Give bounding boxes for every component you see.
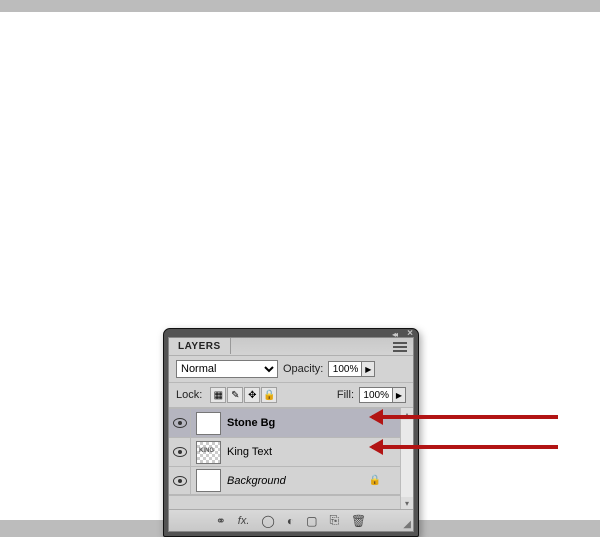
scroll-down-icon[interactable]: ▾ xyxy=(401,497,413,509)
visibility-toggle[interactable] xyxy=(169,438,191,466)
panel-title-tab[interactable]: LAYERS xyxy=(169,338,231,354)
eye-icon xyxy=(173,418,187,428)
layer-thumbnail[interactable] xyxy=(196,412,221,435)
layers-scrollbar[interactable]: ▴ ▾ xyxy=(400,408,413,509)
resize-grip-icon[interactable]: ◢ xyxy=(403,519,411,530)
blend-mode-select[interactable]: Normal xyxy=(176,360,278,378)
lock-position-button[interactable]: ✥ xyxy=(244,387,260,403)
layer-name-label[interactable]: Background xyxy=(227,475,370,487)
eye-icon xyxy=(173,447,187,457)
lock-all-button[interactable]: 🔒 xyxy=(261,387,277,403)
blend-opacity-row: Normal Opacity: ▶ xyxy=(169,356,413,383)
fill-label: Fill: xyxy=(337,389,354,401)
lock-transparent-button[interactable]: ▦ xyxy=(210,387,226,403)
new-group-icon[interactable]: ▢ xyxy=(306,514,317,528)
annotation-arrow xyxy=(372,415,558,419)
link-layers-icon[interactable]: ⚭ xyxy=(216,514,226,528)
layer-thumbnail[interactable]: KING xyxy=(196,441,221,464)
layers-panel: ◂◂ × LAYERS Normal Opacity: ▶ Lock: ▦ ✎ xyxy=(163,328,419,537)
panel-footer: ⚭ fx. ◯ ◐ ▢ ⎘ 🗑 ◢ xyxy=(169,509,413,531)
eye-icon xyxy=(173,476,187,486)
lock-pixels-button[interactable]: ✎ xyxy=(227,387,243,403)
lock-icon: 🔒 xyxy=(370,476,380,486)
opacity-input[interactable] xyxy=(329,362,361,376)
fill-input[interactable] xyxy=(360,388,392,402)
new-layer-icon[interactable]: ⎘ xyxy=(329,513,339,528)
panel-dragbar[interactable]: ◂◂ × xyxy=(164,329,418,337)
annotation-arrow xyxy=(372,445,558,449)
thumbnail-text: KING xyxy=(199,448,214,454)
adjustment-layer-icon[interactable]: ◐ xyxy=(287,514,294,528)
opacity-label: Opacity: xyxy=(283,363,323,375)
layer-row-background[interactable]: Background 🔒 xyxy=(169,466,400,495)
add-mask-icon[interactable]: ◯ xyxy=(261,514,274,528)
panel-menu-icon[interactable] xyxy=(393,342,407,352)
layers-empty-space xyxy=(169,495,400,509)
layer-fx-icon[interactable]: fx. xyxy=(238,515,250,527)
panel-body: LAYERS Normal Opacity: ▶ Lock: ▦ ✎ ✥ 🔒 xyxy=(168,337,414,532)
opacity-flyout-icon[interactable]: ▶ xyxy=(361,362,374,376)
visibility-toggle[interactable] xyxy=(169,467,191,494)
visibility-toggle[interactable] xyxy=(169,409,191,437)
delete-layer-icon[interactable]: 🗑 xyxy=(351,514,366,528)
lock-label: Lock: xyxy=(176,389,202,401)
fill-field[interactable]: ▶ xyxy=(359,387,406,403)
layer-thumbnail[interactable] xyxy=(196,469,221,492)
opacity-field[interactable]: ▶ xyxy=(328,361,375,377)
fill-flyout-icon[interactable]: ▶ xyxy=(392,388,405,402)
panel-tab-bar: LAYERS xyxy=(169,338,413,356)
lock-fill-row: Lock: ▦ ✎ ✥ 🔒 Fill: ▶ xyxy=(169,383,413,408)
